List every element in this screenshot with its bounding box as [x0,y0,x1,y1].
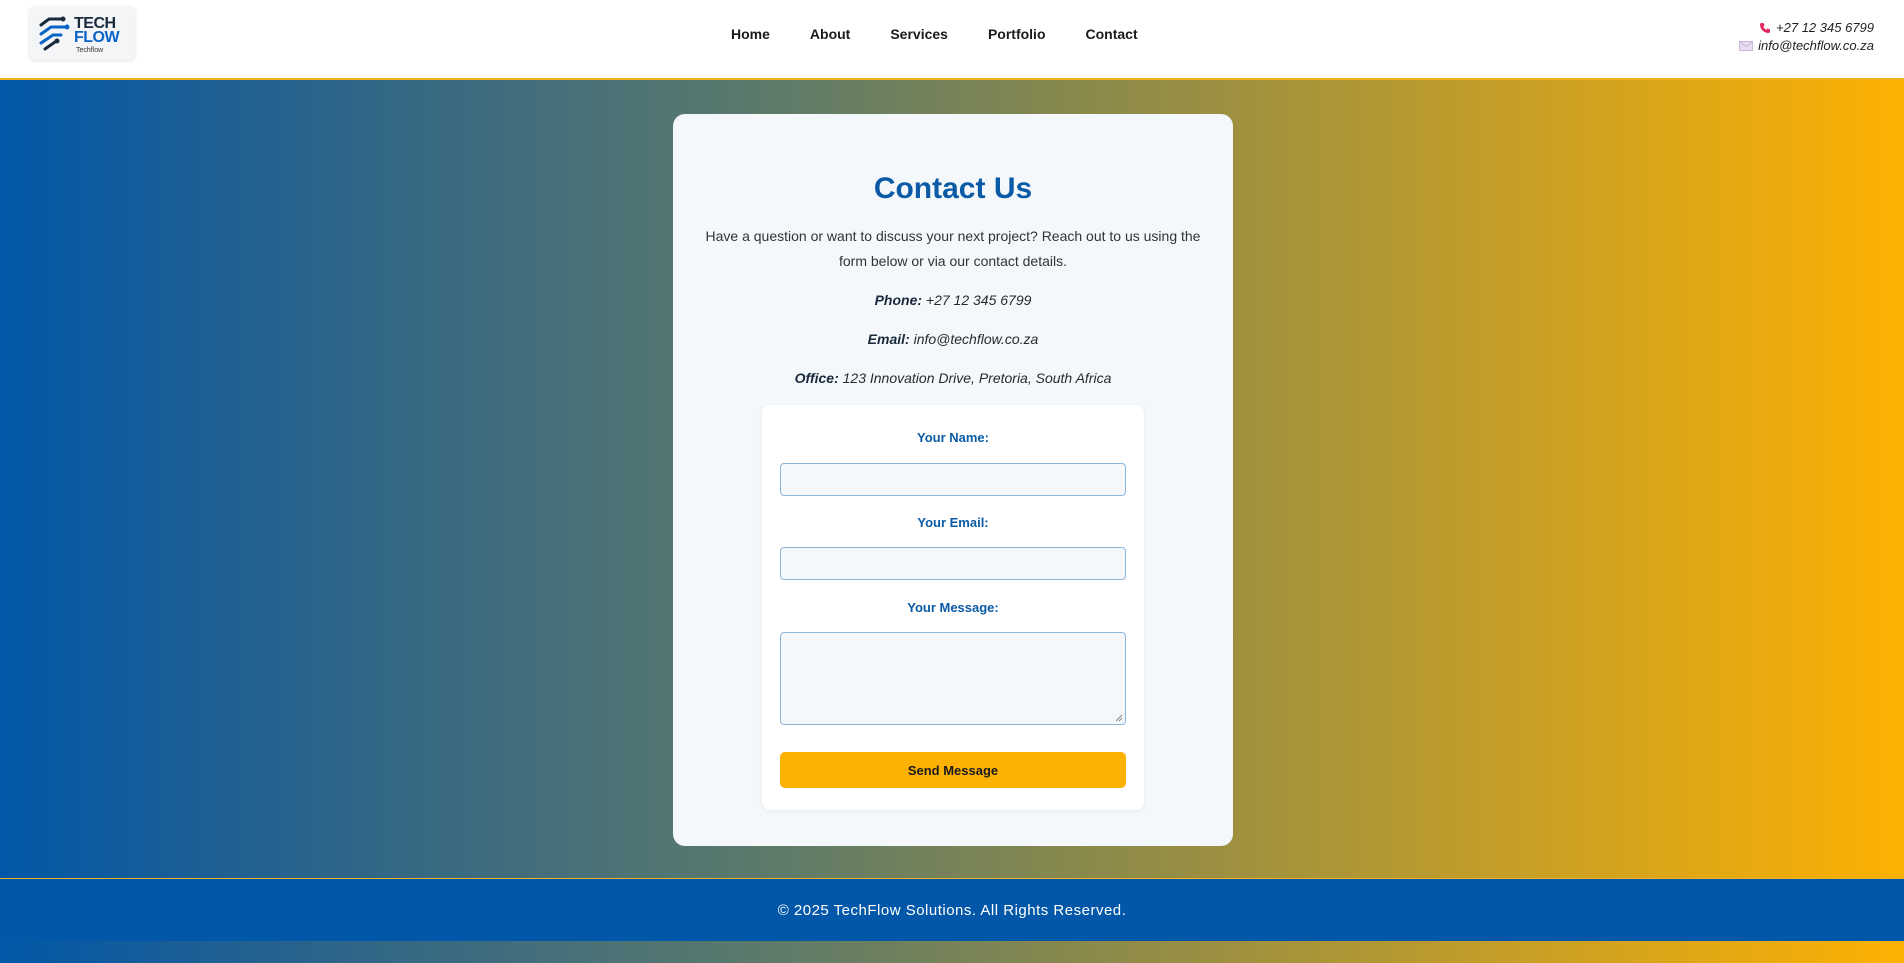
footer-copyright: © 2025 TechFlow Solutions. All Rights Re… [777,901,1127,919]
resize-grip-icon[interactable] [1115,714,1123,722]
office-label: Office: [794,370,839,386]
message-textarea[interactable] [780,632,1126,725]
contact-form: Your Name: Your Email: Your Message: Sen… [762,405,1144,810]
nav-contact[interactable]: Contact [1086,26,1138,42]
site-footer: © 2025 TechFlow Solutions. All Rights Re… [0,878,1904,941]
header-phone[interactable]: +27 12 345 6799 [1776,19,1874,37]
nav-services[interactable]: Services [890,26,948,42]
site-header: TECH FLOW Techflow Home About Services P… [0,0,1904,80]
envelope-icon [1739,41,1754,51]
send-message-button[interactable]: Send Message [780,752,1126,788]
name-label: Your Name: [917,430,989,445]
phone-detail: Phone: +27 12 345 6799 [673,292,1233,308]
office-value: 123 Innovation Drive, Pretoria, South Af… [842,370,1112,386]
logo-tagline: Techflow [76,47,104,54]
page-title: Contact Us [873,172,1033,205]
phone-value: +27 12 345 6799 [925,292,1032,308]
email-label: Email: [867,331,910,347]
phone-icon [1760,23,1771,33]
contact-card: Contact Us Have a question or want to di… [673,114,1233,846]
phone-label: Phone: [874,292,923,308]
nav-home[interactable]: Home [731,26,770,42]
logo[interactable]: TECH FLOW Techflow [29,6,135,60]
header-email[interactable]: info@techflow.co.za [1758,37,1874,55]
name-input[interactable] [780,463,1126,496]
email-field-label: Your Email: [917,515,989,530]
office-detail: Office: 123 Innovation Drive, Pretoria, … [673,370,1233,386]
nav-portfolio[interactable]: Portfolio [988,26,1046,42]
logo-word-flow: FLOW [74,29,120,46]
message-label: Your Message: [907,600,999,615]
email-value: info@techflow.co.za [913,331,1039,347]
nav-about[interactable]: About [810,26,850,42]
email-detail: Email: info@techflow.co.za [673,331,1233,347]
header-contact-info: +27 12 345 6799 info@techflow.co.za [1739,19,1874,55]
email-input[interactable] [780,547,1126,580]
contact-intro: Have a question or want to discuss your … [705,228,1201,269]
circuit-logo-icon [39,16,70,51]
main-nav: Home About Services Portfolio Contact [731,26,1178,42]
